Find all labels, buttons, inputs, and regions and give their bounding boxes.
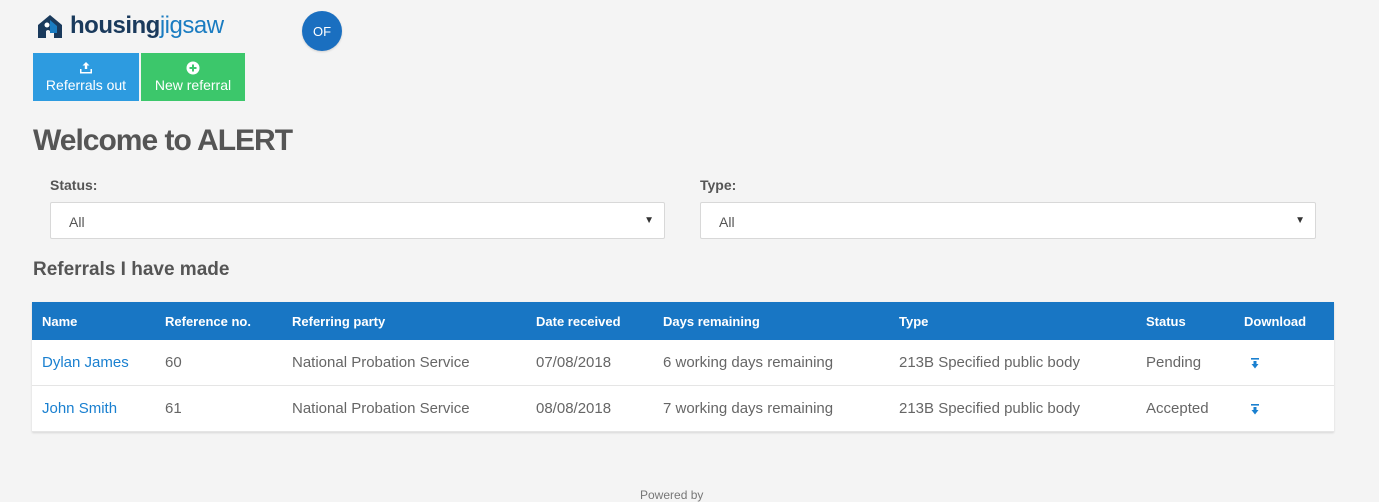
status-select-value: All [69, 214, 85, 230]
column-header-referring-party[interactable]: Referring party [282, 302, 526, 340]
cell-reference: 60 [155, 340, 282, 386]
status-select[interactable]: All ▼ [50, 202, 665, 239]
referral-name-link[interactable]: Dylan James [42, 354, 129, 371]
user-avatar[interactable]: OF [302, 11, 342, 51]
cell-download [1234, 340, 1334, 386]
new-referral-label: New referral [154, 77, 232, 93]
column-header-name[interactable]: Name [32, 302, 155, 340]
cell-name: Dylan James [32, 340, 155, 386]
cell-days-remaining: 7 working days remaining [653, 385, 889, 432]
section-title: Referrals I have made [33, 259, 230, 280]
cell-status: Pending [1136, 340, 1234, 386]
column-header-type[interactable]: Type [889, 302, 1136, 340]
cell-referring-party: National Probation Service [282, 340, 526, 386]
brand-name: housingjigsaw [70, 12, 224, 40]
cell-referring-party: National Probation Service [282, 385, 526, 432]
cell-type: 213B Specified public body [889, 385, 1136, 432]
table-header-row: Name Reference no. Referring party Date … [32, 302, 1334, 340]
table-row: Dylan James 60 National Probation Servic… [32, 340, 1334, 386]
new-referral-button[interactable]: New referral [141, 53, 245, 101]
brand-jigsaw: jigsaw [159, 12, 224, 39]
referrals-table: Name Reference no. Referring party Date … [32, 302, 1334, 432]
referral-name-link[interactable]: John Smith [42, 400, 117, 417]
referrals-out-button[interactable]: Referrals out [33, 53, 139, 101]
cell-name: John Smith [32, 385, 155, 432]
brand-logo[interactable]: housingjigsaw [36, 12, 224, 40]
column-header-days-remaining[interactable]: Days remaining [653, 302, 889, 340]
plus-circle-icon [186, 61, 200, 75]
column-header-download: Download [1234, 302, 1334, 340]
cell-status: Accepted [1136, 385, 1234, 432]
column-header-status[interactable]: Status [1136, 302, 1234, 340]
footer-powered-by: Powered by [640, 488, 704, 502]
table-row: John Smith 61 National Probation Service… [32, 385, 1334, 432]
column-header-date-received[interactable]: Date received [526, 302, 653, 340]
referrals-out-label: Referrals out [45, 77, 127, 93]
column-header-reference[interactable]: Reference no. [155, 302, 282, 340]
cell-reference: 61 [155, 385, 282, 432]
status-filter-label: Status: [50, 177, 98, 193]
caret-down-icon: ▼ [644, 215, 654, 226]
house-jigsaw-icon [38, 15, 62, 38]
download-arrow-icon[interactable] [1250, 403, 1260, 415]
cell-date-received: 08/08/2018 [526, 385, 653, 432]
cell-date-received: 07/08/2018 [526, 340, 653, 386]
download-arrow-icon[interactable] [1250, 357, 1260, 369]
type-select[interactable]: All ▼ [700, 202, 1316, 239]
cell-days-remaining: 6 working days remaining [653, 340, 889, 386]
cell-type: 213B Specified public body [889, 340, 1136, 386]
type-select-value: All [719, 214, 735, 230]
page-title: Welcome to ALERT [33, 124, 293, 157]
brand-housing: housing [70, 12, 160, 39]
type-filter-label: Type: [700, 177, 737, 193]
caret-down-icon: ▼ [1295, 215, 1305, 226]
upload-tray-icon [80, 62, 92, 74]
cell-download [1234, 385, 1334, 432]
